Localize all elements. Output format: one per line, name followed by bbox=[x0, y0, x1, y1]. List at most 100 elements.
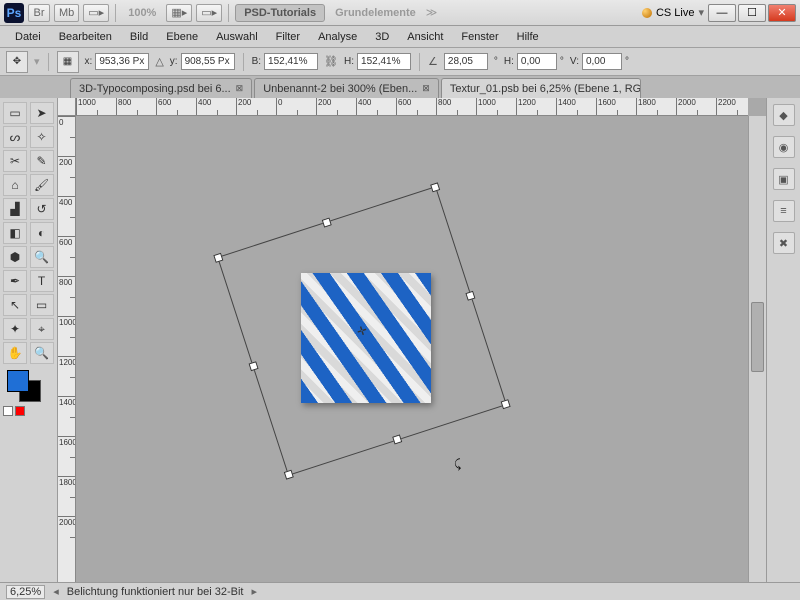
menu-fenster[interactable]: Fenster bbox=[452, 28, 507, 46]
cslive-button[interactable]: CS Live ▾ bbox=[642, 6, 704, 19]
scrollbar-thumb[interactable] bbox=[751, 302, 764, 372]
dodge-tool-icon[interactable]: 🔍 bbox=[30, 246, 54, 268]
menu-datei[interactable]: Datei bbox=[6, 28, 50, 46]
3d-cam-tool-icon[interactable]: ⌖ bbox=[30, 318, 54, 340]
brush-tool-icon[interactable]: 🖌 bbox=[30, 174, 54, 196]
blur-tool-icon[interactable]: ⬢ bbox=[3, 246, 27, 268]
menu-hilfe[interactable]: Hilfe bbox=[508, 28, 548, 46]
skew-v-field[interactable]: 0,00 bbox=[582, 53, 622, 70]
skew-h-label: H: bbox=[504, 56, 514, 67]
minibridge-button[interactable]: Mb bbox=[54, 4, 79, 22]
transform-tool-icon[interactable]: ✥ bbox=[6, 51, 28, 73]
angle-field[interactable]: 28,05 bbox=[444, 53, 488, 70]
canvas[interactable]: ✛ ⤹ bbox=[76, 116, 748, 582]
transform-handle[interactable] bbox=[501, 399, 511, 409]
eraser-tool-icon[interactable]: ◧ bbox=[3, 222, 27, 244]
menu-ebene[interactable]: Ebene bbox=[157, 28, 207, 46]
type-tool-icon[interactable]: T bbox=[30, 270, 54, 292]
window-minimize-button[interactable]: — bbox=[708, 4, 736, 22]
skew-v-unit: ° bbox=[625, 56, 629, 67]
window-close-button[interactable]: ✕ bbox=[768, 4, 796, 22]
transform-handle[interactable] bbox=[392, 434, 402, 444]
wand-tool-icon[interactable]: ✧ bbox=[30, 126, 54, 148]
doc-tab[interactable]: 3D-Typocomposing.psd bei 6...⊠ bbox=[70, 78, 252, 98]
workspace-grundelemente[interactable]: Grundelemente bbox=[329, 7, 422, 19]
arrange-docs-button[interactable]: ▦▸ bbox=[166, 4, 192, 22]
options-bar: ✥ ▾ ▦ x:953,36 Px △ y:908,55 Px B:152,41… bbox=[0, 48, 800, 76]
status-zoom[interactable]: 6,25% bbox=[6, 585, 45, 599]
gradient-tool-icon[interactable]: ◐ bbox=[30, 222, 54, 244]
pen-tool-icon[interactable]: ✒ bbox=[3, 270, 27, 292]
transform-handle[interactable] bbox=[322, 218, 332, 228]
w-label: B: bbox=[252, 56, 261, 67]
doc-tab-active[interactable]: Textur_01.psb bei 6,25% (Ebene 1, RGB/8)… bbox=[441, 78, 641, 98]
color-swatches[interactable] bbox=[3, 370, 54, 404]
close-icon[interactable]: ⊠ bbox=[236, 83, 244, 94]
doc-tab[interactable]: Unbenannt-2 bei 300% (Eben...⊠ bbox=[254, 78, 439, 98]
path-tool-icon[interactable]: ↖ bbox=[3, 294, 27, 316]
lasso-tool-icon[interactable]: ᔕ bbox=[3, 126, 27, 148]
heal-tool-icon[interactable]: ⌂ bbox=[3, 174, 27, 196]
3d-tool-icon[interactable]: ✦ bbox=[3, 318, 27, 340]
zoom-level-label[interactable]: 100% bbox=[122, 7, 162, 19]
scrollbar-vertical[interactable] bbox=[748, 116, 766, 582]
w-field[interactable]: 152,41% bbox=[264, 53, 318, 70]
transform-center-icon[interactable]: ✛ bbox=[355, 323, 369, 339]
status-next-icon[interactable]: ▸ bbox=[251, 585, 257, 598]
skew-h-unit: ° bbox=[560, 56, 564, 67]
app-titlebar: Ps Br Mb ▭▸ 100% ▦▸ ▭▸ PSD-Tutorials Gru… bbox=[0, 0, 800, 26]
h-field[interactable]: 152,41% bbox=[357, 53, 411, 70]
workspace-psdtutorials[interactable]: PSD-Tutorials bbox=[235, 4, 325, 22]
ruler-origin[interactable] bbox=[58, 98, 76, 116]
transform-handle[interactable] bbox=[284, 470, 294, 480]
delta-icon[interactable]: △ bbox=[155, 55, 163, 68]
shape-tool-icon[interactable]: ▭ bbox=[30, 294, 54, 316]
ruler-vertical[interactable]: 0200400600800100012001400160018002000 bbox=[58, 116, 76, 582]
stamp-tool-icon[interactable]: ▟ bbox=[3, 198, 27, 220]
close-icon[interactable]: ⊠ bbox=[422, 83, 430, 94]
hand-tool-icon[interactable]: ✋ bbox=[3, 342, 27, 364]
screen-mode-button[interactable]: ▭▸ bbox=[83, 4, 109, 22]
transform-handle[interactable] bbox=[430, 182, 440, 192]
history-brush-icon[interactable]: ↺ bbox=[30, 198, 54, 220]
skew-h-field[interactable]: 0,00 bbox=[517, 53, 557, 70]
ruler-horizontal[interactable]: 1000800600400200020040060080010001200140… bbox=[76, 98, 748, 116]
layers-panel-icon[interactable]: ◆ bbox=[773, 104, 795, 126]
doc-tab-label: Textur_01.psb bei 6,25% (Ebene 1, RGB/8)… bbox=[450, 83, 641, 95]
arrow-tool-icon[interactable]: ➤ bbox=[30, 102, 54, 124]
status-prev-icon[interactable]: ◂ bbox=[53, 585, 59, 598]
menu-analyse[interactable]: Analyse bbox=[309, 28, 366, 46]
history-panel-icon[interactable]: ≡ bbox=[773, 200, 795, 222]
zoom-tool-icon[interactable]: 🔍 bbox=[30, 342, 54, 364]
y-field[interactable]: 908,55 Px bbox=[181, 53, 235, 70]
window-maximize-button[interactable]: ☐ bbox=[738, 4, 766, 22]
channels-panel-icon[interactable]: ◉ bbox=[773, 136, 795, 158]
transform-bounding-box[interactable]: ✛ bbox=[217, 186, 507, 476]
menu-3d[interactable]: 3D bbox=[366, 28, 398, 46]
eyedropper-tool-icon[interactable]: ✎ bbox=[30, 150, 54, 172]
crop-tool-icon[interactable]: ✂ bbox=[3, 150, 27, 172]
menu-ansicht[interactable]: Ansicht bbox=[398, 28, 452, 46]
transform-handle[interactable] bbox=[213, 253, 223, 263]
panel-dock: ◆ ◉ ▣ ≡ ✖ bbox=[766, 98, 800, 582]
screen-button[interactable]: ▭▸ bbox=[196, 4, 222, 22]
menu-bearbeiten[interactable]: Bearbeiten bbox=[50, 28, 121, 46]
move-tool-icon[interactable]: ▭ bbox=[3, 102, 27, 124]
quickmask-icons[interactable] bbox=[3, 406, 54, 416]
bridge-button[interactable]: Br bbox=[28, 4, 50, 22]
document-tabs: 3D-Typocomposing.psd bei 6...⊠ Unbenannt… bbox=[0, 76, 800, 98]
reference-point-icon[interactable]: ▦ bbox=[57, 51, 79, 73]
workspace-more-icon[interactable]: ≫ bbox=[426, 6, 438, 19]
link-wh-icon[interactable]: ⛓ bbox=[324, 55, 338, 68]
transform-handle[interactable] bbox=[249, 361, 259, 371]
fg-color-swatch[interactable] bbox=[7, 370, 29, 392]
transform-handle[interactable] bbox=[465, 291, 475, 301]
menu-filter[interactable]: Filter bbox=[267, 28, 309, 46]
status-bar: 6,25% ◂ Belichtung funktioniert nur bei … bbox=[0, 582, 800, 600]
x-field[interactable]: 953,36 Px bbox=[95, 53, 149, 70]
paths-panel-icon[interactable]: ▣ bbox=[773, 168, 795, 190]
menu-bild[interactable]: Bild bbox=[121, 28, 157, 46]
menu-bar: Datei Bearbeiten Bild Ebene Auswahl Filt… bbox=[0, 26, 800, 48]
properties-panel-icon[interactable]: ✖ bbox=[773, 232, 795, 254]
menu-auswahl[interactable]: Auswahl bbox=[207, 28, 267, 46]
